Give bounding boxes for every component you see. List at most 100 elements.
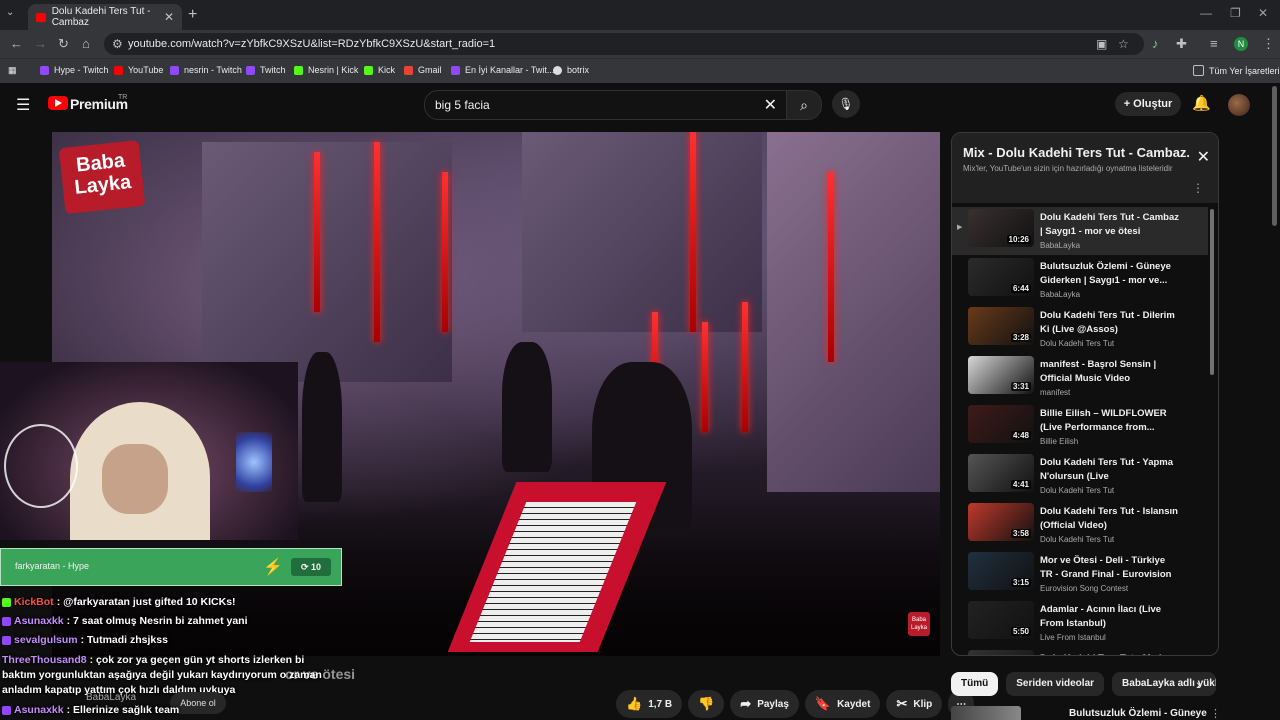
playlist-item-title[interactable]: Dolu Kadehi Ters Tut - Yapma N'olursun (… <box>1040 456 1180 484</box>
playlist-item[interactable]: 4:48 Billie Eilish – WILDFLOWER (Live Per… <box>952 403 1208 451</box>
clip-button[interactable]: ✂ Klip <box>886 690 943 718</box>
browser-menu-icon[interactable]: ⋮ <box>1262 36 1275 52</box>
guide-menu-icon[interactable]: ☰ <box>16 95 30 115</box>
forward-icon[interactable]: → <box>34 36 47 51</box>
search-button[interactable]: ⌕ <box>786 90 822 120</box>
playlist-item-thumbnail[interactable]: 3:31 <box>968 356 1034 394</box>
search-box[interactable]: big 5 facia ✕ <box>424 90 788 120</box>
voice-search-button[interactable]: 🎙 <box>832 90 860 118</box>
playlist-item[interactable]: 3:28 Dolu Kadehi Ters Tut - Dilerim Ki (L… <box>952 305 1208 353</box>
search-input[interactable]: big 5 facia <box>435 98 490 112</box>
create-button[interactable]: + Oluştur <box>1115 92 1181 116</box>
chevron-right-icon[interactable]: › <box>1196 676 1201 692</box>
page-scrollbar[interactable] <box>1272 86 1277 226</box>
bookmark-item[interactable]: botrix <box>553 65 589 75</box>
plus-icon: + <box>1123 98 1134 110</box>
extensions-icon[interactable]: ✚ <box>1176 36 1187 52</box>
playlist-item[interactable]: 3:15 Mor ve Ötesi - Deli - Türkiye TR - G… <box>952 550 1208 598</box>
chip-all[interactable]: Tümü <box>951 672 999 696</box>
playlist-item-thumbnail[interactable]: 10:26 <box>968 209 1034 247</box>
related-filter-chips: Tümü Seriden videolar BabaLayka adlı yük… <box>951 672 1217 696</box>
bookmark-icon: 🔖 <box>814 696 832 711</box>
bookmark-item[interactable]: En İyi Kanallar - Twit... <box>451 65 554 75</box>
musician <box>502 342 552 472</box>
microphone-icon: 🎙 <box>838 97 854 111</box>
playlist-item[interactable]: 3:58 Dolu Kadehi Ters Tut - Islansın (Off… <box>952 501 1208 549</box>
playlist-item[interactable]: 4:41 Dolu Kadehi Ters Tut - Yapma N'olurs… <box>952 452 1208 500</box>
close-tab-icon[interactable]: ✕ <box>164 10 174 24</box>
apps-icon[interactable]: ▦ <box>8 65 17 76</box>
playlist-item-title[interactable]: Billie Eilish – WILDFLOWER (Live Perform… <box>1040 407 1180 435</box>
playlist-title[interactable]: Mix - Dolu Kadehi Ters Tut - Cambaz... <box>963 145 1189 160</box>
chip-series[interactable]: Seriden videolar <box>1006 672 1105 696</box>
omnibox[interactable]: ⚙ youtube.com/watch?v=zYbfkC9XSzU&list=R… <box>104 33 1144 55</box>
clear-search-icon[interactable]: ✕ <box>764 95 777 115</box>
duration-badge: 3:28 <box>1010 333 1031 342</box>
reload-icon[interactable]: ↻ <box>58 36 69 52</box>
playlist-item-thumbnail[interactable]: 4:41 <box>968 454 1034 492</box>
reading-list-icon[interactable]: ≡ <box>1210 36 1218 51</box>
cast-icon[interactable]: ▣ <box>1096 37 1107 51</box>
bookmark-item[interactable]: Gmail <box>404 65 442 75</box>
close-playlist-icon[interactable]: ✕ <box>1197 147 1210 167</box>
playlist-item-title[interactable]: manifest - Başrol Sensin | Official Musi… <box>1040 358 1180 386</box>
playlist-item-thumbnail[interactable] <box>968 650 1034 655</box>
playlist-item-thumbnail[interactable]: 6:44 <box>968 258 1034 296</box>
dislike-button[interactable]: 👎 <box>688 690 725 718</box>
minimize-icon[interactable]: — <box>1200 6 1212 20</box>
restore-icon[interactable]: ❐ <box>1230 6 1241 20</box>
bookmark-item[interactable]: YouTube <box>114 65 163 75</box>
thumbs-down-icon: 👎 <box>698 696 715 711</box>
playlist-item-thumbnail[interactable]: 3:15 <box>968 552 1034 590</box>
playlist-item-thumbnail[interactable]: 4:48 <box>968 405 1034 443</box>
playlist-item-title[interactable]: Dolu Kadehi Ters Tut - Cambaz | Saygı1 -… <box>1040 211 1180 239</box>
bookmark-item[interactable]: Twitch <box>246 65 286 75</box>
notifications-bell-icon[interactable]: 🔔 <box>1192 94 1211 112</box>
playlist-item[interactable]: Dolu Kadehi Ters Tut - Madem <box>952 648 1208 655</box>
playlist-scrollbar[interactable] <box>1210 209 1214 375</box>
playlist-item-thumbnail[interactable]: 3:58 <box>968 503 1034 541</box>
headset-sticker <box>4 424 78 508</box>
share-button[interactable]: ➦ Paylaş <box>730 690 799 718</box>
playlist-item-thumbnail[interactable]: 3:28 <box>968 307 1034 345</box>
bookmark-item[interactable]: Kick <box>364 65 395 75</box>
url-text[interactable]: youtube.com/watch?v=zYbfkC9XSzU&list=RDz… <box>128 38 495 50</box>
bookmark-star-icon[interactable]: ☆ <box>1118 37 1129 51</box>
account-avatar[interactable] <box>1228 94 1250 116</box>
playlist-item-title[interactable]: Mor ve Ötesi - Deli - Türkiye TR - Grand… <box>1040 554 1180 582</box>
playlist-item-title[interactable]: Adamlar - Acının İlacı (Live From Istanb… <box>1040 603 1180 631</box>
save-button[interactable]: 🔖 Kaydet <box>804 690 881 718</box>
playlist-item-thumbnail[interactable]: 5:50 <box>968 601 1034 639</box>
recommendation-title[interactable]: Bulutsuzluk Özlemi - Güneye <box>1069 708 1207 719</box>
playlist-item-title[interactable]: Dolu Kadehi Ters Tut - Islansın (Officia… <box>1040 505 1180 533</box>
back-icon[interactable]: ← <box>10 36 23 51</box>
tab-search-icon[interactable]: ⌄ <box>6 7 14 18</box>
bookmark-item[interactable]: Nesrin | Kick <box>294 65 358 75</box>
playlist-item[interactable]: 6:44 Bulutsuzluk Özlemi - Güneye Giderken… <box>952 256 1208 304</box>
playlist-item-channel: Dolu Kadehi Ters Tut <box>1040 339 1115 348</box>
bookmark-item[interactable]: Hype - Twitch <box>40 65 108 75</box>
playlist-item-title[interactable]: Dolu Kadehi Ters Tut - Madem <box>1040 652 1180 655</box>
recommendation-more-icon[interactable]: ⋮ <box>1210 707 1221 720</box>
channel-name[interactable]: BabaLayka <box>86 692 136 703</box>
playlist-item[interactable]: ▶ 10:26 Dolu Kadehi Ters Tut - Cambaz | Sa… <box>952 207 1208 255</box>
channel-watermark[interactable]: Baba Layka <box>908 612 930 636</box>
new-tab-icon[interactable]: + <box>188 6 197 24</box>
playlist-item[interactable]: 3:31 manifest - Başrol Sensin | Official … <box>952 354 1208 402</box>
streamer-webcam <box>0 362 298 540</box>
profile-avatar[interactable]: N <box>1234 37 1248 51</box>
youtube-logo-icon[interactable] <box>48 96 68 110</box>
media-icon[interactable]: ♪ <box>1152 36 1159 51</box>
recommendation-thumbnail[interactable] <box>951 706 1021 720</box>
site-info-icon[interactable]: ⚙ <box>112 37 123 51</box>
home-icon[interactable]: ⌂ <box>82 36 90 51</box>
browser-tab[interactable]: Dolu Kadehi Ters Tut - Cambaz ✕ <box>28 4 182 30</box>
playlist-item-title[interactable]: Dolu Kadehi Ters Tut - Dilerim Ki (Live … <box>1040 309 1180 337</box>
like-button[interactable]: 👍 1,7 B <box>616 690 683 718</box>
close-window-icon[interactable]: ✕ <box>1258 6 1268 20</box>
all-bookmarks[interactable]: Tüm Yer İşaretleri <box>1193 65 1280 76</box>
playlist-item-title[interactable]: Bulutsuzluk Özlemi - Güneye Giderken | S… <box>1040 260 1180 288</box>
playlist-more-icon[interactable]: ⋮ <box>1192 181 1204 195</box>
playlist-item[interactable]: 5:50 Adamlar - Acının İlacı (Live From Is… <box>952 599 1208 647</box>
bookmark-item[interactable]: nesrin - Twitch <box>170 65 242 75</box>
